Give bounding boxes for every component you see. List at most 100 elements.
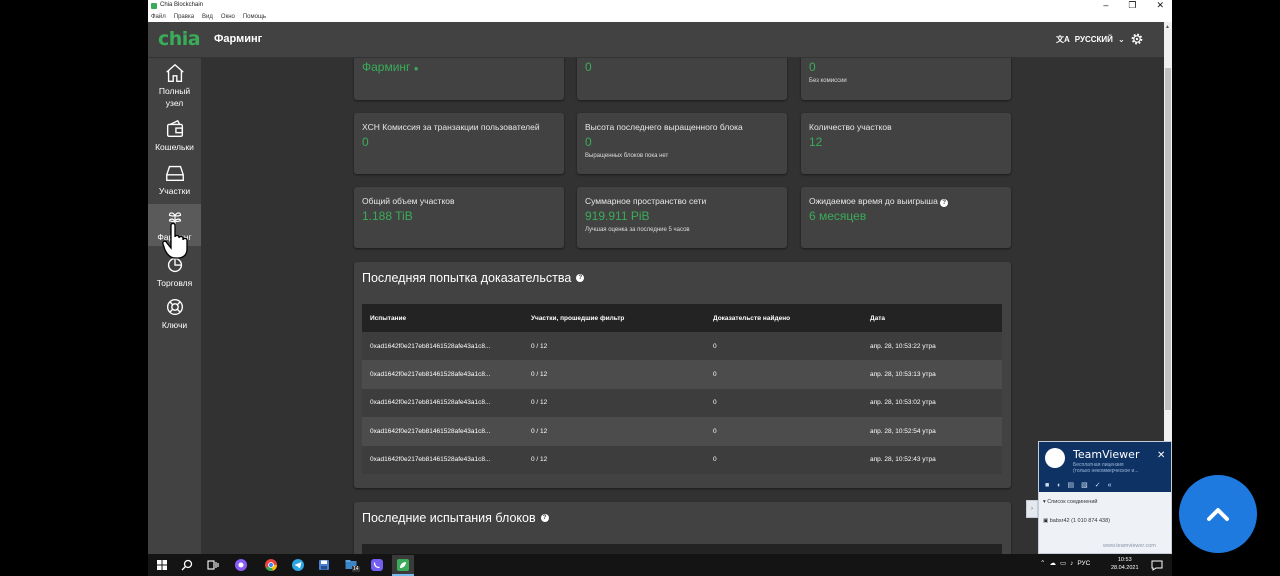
menu-file[interactable]: Файл [151,14,166,20]
stat-card-total-size: Общий объем участков 1.188 TiB [354,187,564,248]
close-icon[interactable]: ✕ [1156,0,1164,11]
chrome-icon[interactable] [264,558,278,572]
teamviewer-logo-icon [1045,448,1065,468]
window-title: Chia Blockchain [160,2,204,8]
clock-date: 28.04.2021 [1111,565,1139,571]
teamviewer-link[interactable]: www.teamviewer.com [1103,543,1156,549]
help-icon[interactable]: ? [540,514,549,522]
chia-app-icon [397,559,409,571]
status-dot-icon: ● [413,64,419,73]
stat-card-tx-fees: XCH Комиссия за транзакции пользователей… [354,113,564,174]
sidebar-item-plots[interactable]: Участки [148,162,201,198]
sidebar-item-label: Торговля [156,278,193,288]
cell-date: апр. 28, 10:53:22 утра [870,342,936,350]
stat-value: 0 [809,60,816,74]
cell-challenge: 0xad1642f0e217eb81461528afe43a1c8... [370,399,491,407]
notifications-icon[interactable] [1150,558,1164,572]
files-icon[interactable]: ▧ [1081,481,1088,489]
sidebar-item-wallets[interactable]: Кошельки [148,118,201,154]
headset-icon[interactable]: ◖ [1056,482,1060,489]
clock-time: 10:53 [1117,557,1132,563]
menu-help[interactable]: Помощь [243,14,266,20]
restore-icon[interactable]: ❐ [1128,0,1136,11]
wallet-icon [166,119,183,138]
chat-icon[interactable]: ▤ [1067,481,1074,489]
table-header [362,544,1002,554]
teamviewer-license-note: (только некоммерческое и... [1073,468,1139,474]
panel-title: Последняя попытка доказательства? [362,271,585,285]
taskbar-chia-active[interactable] [392,555,414,576]
windows-start-icon[interactable] [155,558,169,572]
clock[interactable]: 10:53 28.04.2021 [1111,556,1139,572]
column-header: Испытание [370,314,407,322]
stat-sub: Без комиссии [809,78,847,84]
menu-window[interactable]: Окно [221,14,235,20]
hand-cursor-icon [162,222,188,259]
hard-drive-icon [165,165,184,182]
minimize-icon[interactable]: – [1103,0,1108,11]
sidebar-item-label: Кошельки [155,142,194,152]
teamviewer-toolbar: ■ ◖ ▤ ▧ ✓ « [1039,478,1171,492]
stat-card-netspace: Суммарное пространство сети 919.911 PiB … [577,187,787,248]
scroll-up-icon[interactable]: ▲ [1165,24,1170,30]
cloud-icon[interactable]: ☁ [1049,559,1056,567]
connection-list-header[interactable]: ▾ Список соединений [1043,499,1098,505]
collapse-icon[interactable]: « [1108,482,1112,489]
telegram-icon[interactable] [291,558,305,572]
cell-proofs-found: 0 [713,427,717,435]
help-icon[interactable]: ? [940,199,949,207]
cell-challenge: 0xad1642f0e217eb81461528afe43a1c8... [370,371,491,379]
help-icon[interactable]: ? [576,274,585,282]
app-logo-icon [151,3,157,9]
alice-assistant-icon[interactable] [234,558,248,572]
save-disk-icon[interactable] [317,558,331,572]
stat-sub: Лучшая оценка за последние 5 часов [585,227,690,233]
cell-challenge: 0xad1642f0e217eb81461528afe43a1c8... [370,427,491,435]
table-header: Испытание Участки, прошедшие фильтр Дока… [362,304,1002,332]
stat-value: 0 [585,135,592,149]
column-header: Дата [870,314,886,322]
latest-proofs-panel: Последняя попытка доказательства? Испыта… [354,262,1011,488]
taskbar: 14 ⌃ ☁ ▭ ♪ РУС 10:53 28.04.2021 [148,554,1172,576]
menu-edit[interactable]: Правка [174,14,194,20]
tray-expand-icon[interactable]: ⌃ [1040,559,1045,567]
close-icon[interactable]: ✕ [1157,450,1165,461]
cell-proofs-found: 0 [713,399,717,407]
block-challenges-panel: Последние испытания блоков? [354,502,1011,554]
camera-icon[interactable]: ■ [1045,482,1049,489]
cell-date: апр. 28, 10:52:54 утра [870,427,936,435]
translate-icon: 文A [1056,35,1070,44]
language-selector[interactable]: 文A РУССКИЙ ⌄ [1056,34,1125,45]
teamviewer-collapse-tab[interactable]: › [1026,500,1038,518]
language-indicator[interactable]: РУС [1077,560,1090,567]
sidebar-item-label: Ключи [161,320,188,330]
cell-challenge: 0xad1642f0e217eb81461528afe43a1c8... [370,456,491,464]
cell-plots-passed: 0 / 12 [531,427,548,435]
gear-icon[interactable] [1130,32,1144,46]
title-bar: Chia Blockchain – ❐ ✕ [148,0,1172,12]
task-view-icon[interactable] [206,558,220,572]
connection-partner[interactable]: ▣ babsr42 (1 010 874 438) [1043,518,1110,524]
page-title: Фарминг [214,33,263,45]
check-icon[interactable]: ✓ [1095,481,1101,489]
volume-icon[interactable]: ♪ [1070,560,1073,567]
stat-label: Общий объем участков [362,196,455,206]
viber-icon[interactable] [370,558,384,572]
stat-label: Высота последнего выращенного блока [585,122,743,132]
sidebar-item-keys[interactable]: Ключи [148,296,201,332]
network-icon[interactable]: ▭ [1060,559,1066,567]
cell-plots-passed: 0 / 12 [531,342,548,350]
scrollbar-thumb[interactable] [1165,68,1171,410]
stat-card-last-height: Высота последнего выращенного блока 0 Вы… [577,113,787,174]
menu-view[interactable]: Вид [202,14,213,20]
lifebuoy-icon [166,298,183,316]
search-icon[interactable] [180,558,194,572]
language-label: РУССКИЙ [1074,35,1113,44]
stat-card-2: 0 [577,58,787,100]
scroll-to-top-button[interactable] [1179,475,1257,553]
cell-proofs-found: 0 [713,342,717,350]
sidebar-item-label: Полный узел [158,86,191,108]
cell-proofs-found: 0 [713,371,717,379]
sidebar-item-label: Участки [158,186,191,196]
sidebar-item-full-node[interactable]: Полный узел [148,62,201,110]
